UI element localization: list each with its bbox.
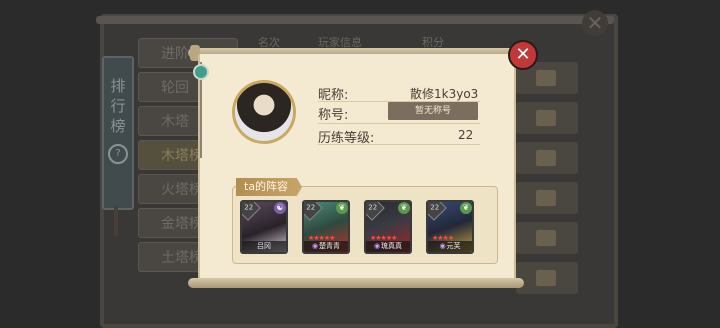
ribbon-title: 排行榜 — [110, 77, 126, 135]
reward-row — [516, 102, 578, 134]
character-name: 吕冈 — [242, 241, 286, 252]
character-card[interactable]: 22 ❦ ★★★★ ◉元芙 — [426, 200, 474, 254]
character-card[interactable]: 22 ❦ ★★★★★ ◉琉真真 — [364, 200, 412, 254]
gift-icon[interactable] — [536, 110, 556, 126]
gift-icon[interactable] — [536, 70, 556, 86]
divider — [318, 123, 480, 124]
reward-row — [516, 222, 578, 254]
jade-pendant-icon — [193, 64, 209, 80]
character-name: ◉琉真真 — [366, 241, 410, 252]
ranking-ribbon: 排行榜 ? — [102, 56, 134, 210]
character-name: ◉楚青青 — [304, 241, 348, 252]
avatar-portrait — [235, 83, 293, 141]
title-value-badge: 暂无称号 — [388, 102, 478, 120]
leaf-icon: ❦ — [460, 202, 472, 214]
yin-yang-icon: ☯ — [274, 202, 286, 214]
gift-icon[interactable] — [536, 190, 556, 206]
character-name: ◉元芙 — [428, 241, 472, 252]
character-card[interactable]: 22 ❦ ★★★★★ ◉楚青青 — [302, 200, 350, 254]
scroll-bottom-rod — [188, 278, 524, 288]
player-avatar — [232, 80, 296, 144]
background-close-icon[interactable]: ✕ — [582, 10, 608, 36]
gift-icon[interactable] — [536, 270, 556, 286]
title-label: 称号: — [318, 108, 349, 123]
close-icon: ✕ — [515, 44, 531, 65]
reward-row — [516, 142, 578, 174]
help-icon[interactable]: ? — [108, 144, 128, 164]
character-card[interactable]: 22 ☯ 吕冈 — [240, 200, 288, 254]
leaf-icon: ❦ — [398, 202, 410, 214]
divider — [318, 144, 480, 145]
reward-row — [516, 262, 578, 294]
reward-row — [516, 182, 578, 214]
nickname-value: 散修1k3yo3 — [410, 87, 479, 101]
leaf-icon: ❦ — [336, 202, 348, 214]
level-value: 22 — [458, 128, 474, 142]
gift-icon[interactable] — [536, 230, 556, 246]
gift-icon[interactable] — [536, 150, 556, 166]
close-button[interactable]: ✕ — [508, 40, 538, 70]
window-topbar — [96, 16, 614, 24]
lineup-tag: ta的阵容 — [236, 178, 302, 196]
ribbon-tassel — [114, 206, 118, 236]
